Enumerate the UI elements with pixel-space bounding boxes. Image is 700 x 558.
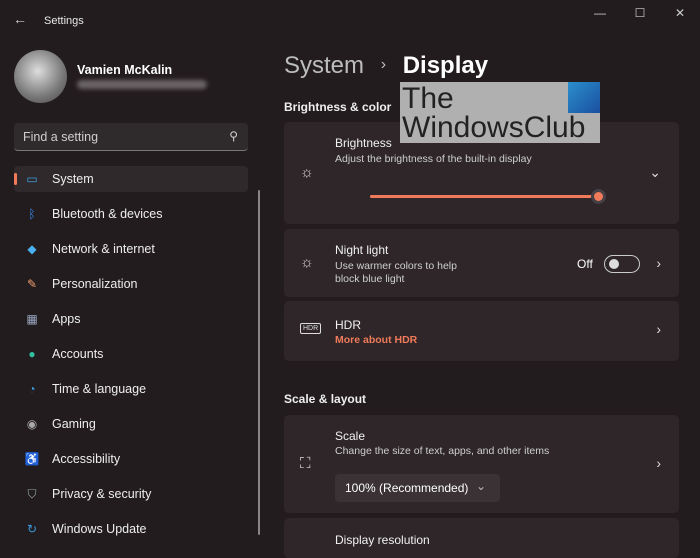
sidebar-scrollbar[interactable] [258,190,260,535]
brush-icon: ✎ [26,277,38,291]
night-light-title: Night light [335,243,389,257]
brightness-slider-thumb[interactable] [591,189,606,204]
sidebar-item-privacy-security[interactable]: ⛉ Privacy & security [14,481,248,507]
night-light-card[interactable]: Night light Use warmer colors to help bl… [284,229,679,297]
selected-indicator [14,173,17,185]
sidebar-item-label: Bluetooth & devices [52,207,163,221]
sidebar-item-label: Gaming [52,417,96,431]
sidebar-item-label: Accounts [52,347,104,361]
chevron-down-icon[interactable]: ⌄ [649,164,661,181]
sidebar-item-accessibility[interactable]: ♿ Accessibility [14,446,248,472]
breadcrumb-separator: › [380,56,387,73]
breadcrumb: System › Display [284,52,488,80]
sidebar-item-label: System [52,172,94,186]
monitor-icon: ▭ [26,172,38,186]
sidebar-item-bluetooth-devices[interactable]: ᛒ Bluetooth & devices [14,201,248,227]
bluetooth-icon: ᛒ [28,207,36,221]
sidebar-item-personalization[interactable]: ✎ Personalization [14,271,248,297]
sidebar-item-label: Windows Update [52,522,147,536]
gamepad-icon: ◉ [26,417,38,431]
scale-card[interactable]: Scale Change the size of text, apps, and… [284,415,679,513]
hdr-title: HDR [335,318,361,332]
hdr-link[interactable]: More about HDR [335,334,417,346]
sidebar-item-label: Apps [52,312,81,326]
person-icon: ● [28,347,36,361]
night-light-icon: ☼ [300,254,314,271]
sidebar-item-label: Network & internet [52,242,155,256]
brightness-slider-fill [370,195,598,198]
update-icon: ↻ [26,522,38,536]
sidebar-item-gaming[interactable]: ◉ Gaming [14,411,248,437]
window-title: Settings [44,15,84,27]
minimize-button[interactable]: — [590,6,610,20]
sidebar-item-apps[interactable]: ▦ Apps [14,306,248,332]
sidebar-item-network-internet[interactable]: ◆ Network & internet [14,236,248,262]
chevron-right-icon[interactable]: › [656,255,661,271]
search-icon: ⚲ [229,129,238,143]
watermark-line2: WindowsClub [402,111,586,144]
shield-icon: ⛉ [27,486,37,501]
back-button[interactable]: ← [13,11,27,27]
apps-icon: ▦ [26,312,38,326]
chevron-down-icon: ⌄ [475,479,486,493]
resolution-card[interactable]: Display resolution [284,518,679,558]
hdr-icon: HDR [300,323,322,334]
accessibility-icon: ♿ [24,452,40,466]
sidebar-item-label: Privacy & security [52,487,152,501]
user-email-blurred [77,80,207,89]
section-scale-layout: Scale & layout [284,392,367,406]
brightness-slider[interactable] [370,189,606,204]
scale-value: 100% (Recommended) [345,481,469,495]
night-light-desc1: Use warmer colors to help [335,260,457,272]
chevron-right-icon[interactable]: › [656,321,661,337]
scale-icon: ⛶ [300,455,311,472]
resolution-title: Display resolution [335,533,430,547]
avatar[interactable] [14,50,67,103]
night-light-toggle[interactable] [604,255,640,273]
hdr-card[interactable]: HDR More about HDR HDR › [284,301,679,361]
close-button[interactable]: ✕ [670,6,690,20]
scale-dropdown[interactable]: 100% (Recommended) ⌄ [335,474,500,502]
sidebar-item-windows-update[interactable]: ↻ Windows Update [14,516,248,542]
sidebar-item-accounts[interactable]: ● Accounts [14,341,248,367]
sidebar-item-label: Time & language [52,382,147,396]
brightness-desc: Adjust the brightness of the built-in di… [335,153,532,165]
sidebar-item-label: Personalization [52,277,138,291]
brightness-title: Brightness [335,136,392,150]
maximize-button[interactable]: ☐ [630,6,650,20]
scale-title: Scale [335,429,366,443]
wifi-icon: ◆ [27,242,37,256]
globe-icon: ◔ [28,382,36,396]
night-light-state: Off [577,257,593,271]
user-name: Vamien McKalin [77,63,173,77]
breadcrumb-system[interactable]: System [284,52,364,79]
scale-desc: Change the size of text, apps, and other… [335,445,550,457]
sidebar-item-label: Accessibility [52,452,121,466]
search-input[interactable]: Find a setting ⚲ [14,123,248,151]
sun-icon: ☼ [300,164,314,181]
search-placeholder: Find a setting [23,130,99,144]
night-light-desc2: block blue light [335,273,405,285]
windows-logo-icon [568,82,600,113]
section-brightness-color: Brightness & color [284,100,392,114]
page-title: Display [402,52,489,79]
sidebar-item-system[interactable]: ▭ System [14,166,248,192]
watermark-logo: The WindowsClub [400,82,600,143]
sidebar-item-time-language[interactable]: ◔ Time & language [14,376,248,402]
chevron-right-icon[interactable]: › [656,455,661,471]
